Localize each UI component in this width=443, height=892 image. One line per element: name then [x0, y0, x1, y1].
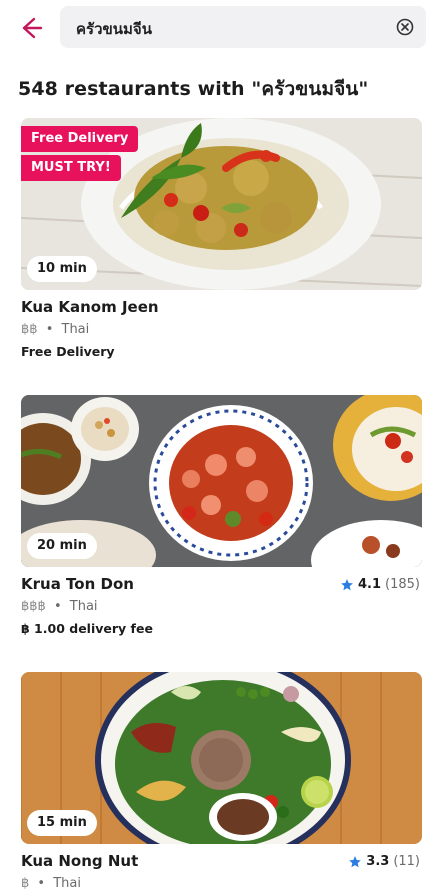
clear-search-button[interactable]	[396, 18, 414, 36]
delivery-time-badge: 10 min	[27, 256, 97, 282]
search-field[interactable]: ครัวขนมจีน	[60, 6, 426, 48]
must-try-badge: MUST TRY!	[21, 155, 121, 181]
top-bar: ครัวขนมจีน	[0, 0, 443, 56]
back-button[interactable]	[14, 12, 48, 44]
restaurant-name: Kua Kanom Jeen	[21, 298, 159, 316]
cuisine-label: Thai	[61, 322, 90, 337]
cuisine-label: Thai	[69, 599, 98, 614]
delivery-time-badge: 20 min	[27, 533, 97, 559]
restaurant-meta: ฿ • Thai	[21, 876, 81, 891]
restaurant-photo: Free Delivery MUST TRY! 10 min	[21, 118, 422, 290]
restaurant-card[interactable]: Free Delivery MUST TRY! 10 min Kua Kanom…	[21, 118, 422, 359]
restaurant-photo: 15 min	[21, 672, 422, 844]
rating-value: 4.1	[358, 577, 382, 592]
arrow-left-icon	[22, 17, 43, 39]
rating: 3.3 (11)	[348, 854, 420, 869]
restaurant-card[interactable]: 20 min Krua Ton Don 4.1 (185) ฿฿฿ • Thai…	[21, 395, 422, 636]
delivery-fee: Free Delivery	[21, 344, 115, 359]
restaurant-card[interactable]: 15 min Kua Nong Nut 3.3 (11) ฿ • Thai	[21, 672, 422, 891]
meta-separator: •	[37, 876, 46, 891]
delivery-time-badge: 15 min	[27, 810, 97, 836]
meta-separator: •	[45, 322, 54, 337]
restaurant-name: Krua Ton Don	[21, 575, 134, 593]
price-level: ฿฿	[21, 322, 38, 337]
delivery-fee: ฿ 1.00 delivery fee	[21, 621, 153, 636]
results-title: 548 restaurants with "ครัวขนมจีน"	[18, 78, 369, 100]
review-count: (11)	[393, 854, 420, 869]
review-count: (185)	[385, 577, 420, 592]
price-level: ฿	[21, 876, 30, 891]
circle-x-icon	[396, 18, 414, 36]
restaurant-meta: ฿฿฿ • Thai	[21, 599, 98, 614]
search-input[interactable]: ครัวขนมจีน	[76, 17, 152, 41]
price-level: ฿฿฿	[21, 599, 46, 614]
rating: 4.1 (185)	[340, 577, 420, 592]
rating-value: 3.3	[366, 854, 390, 869]
restaurant-meta: ฿฿ • Thai	[21, 322, 89, 337]
cuisine-label: Thai	[53, 876, 81, 891]
star-icon	[349, 855, 362, 867]
star-icon	[341, 578, 353, 590]
restaurant-name: Kua Nong Nut	[21, 852, 139, 870]
meta-separator: •	[53, 599, 62, 614]
restaurant-photo: 20 min	[21, 395, 422, 567]
free-delivery-badge: Free Delivery	[21, 126, 139, 152]
